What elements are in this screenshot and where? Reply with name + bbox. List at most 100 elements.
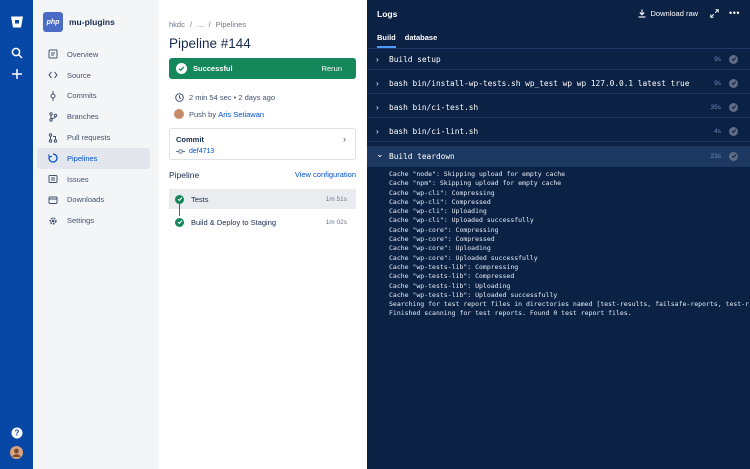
push-meta: Push by Aris Setiawan [174,109,264,119]
log-step-row[interactable]: › bash bin/install-wp-tests.sh wp_test wp… [367,73,750,94]
user-avatar-icon[interactable] [8,444,25,461]
chevron-right-icon: › [376,78,379,88]
duration-text: 2 min 54 sec • 2 days ago [189,92,276,102]
sidebar-item-downloads[interactable]: Downloads [37,190,150,211]
step-duration: 1m 51s [325,195,347,203]
log-output-line: Cache "wp-tests-lib": Uploaded successfu… [389,290,558,299]
breadcrumb: hkdc / ... / Pipelines [169,20,249,29]
pull-requests-icon [48,132,58,143]
success-check-icon [176,63,187,74]
log-step-duration: 23s [710,152,721,160]
sidebar-item-label: Overview [67,49,99,59]
pipeline-detail-panel: hkdc / ... / Pipelines Pipeline #144 Suc… [159,0,367,469]
tab-database[interactable]: database [405,33,438,48]
step-complete-icon [729,126,738,136]
chevron-right-icon: › [343,134,346,144]
logs-panel: Logs Download raw ••• Build database › Bu… [367,0,750,469]
step-build-deploy[interactable]: Build & Deploy to Staging 1m 02s [169,212,356,232]
chevron-right-icon: › [376,102,379,112]
author-avatar [174,109,184,119]
logs-title: Logs [377,9,398,19]
project-sidebar: php mu-plugins Overview Source Commits Bran… [33,0,159,469]
rerun-button[interactable]: Rerun [322,64,342,73]
sidebar-item-label: Branches [67,112,99,122]
duration-meta: 2 min 54 sec • 2 days ago [174,92,275,102]
log-step-row[interactable]: › Build setup 9s [367,49,750,70]
log-output-line: Cache "wp-cli": Uploading [389,207,487,216]
log-step-duration: 9s [714,79,721,87]
log-output-line: Cache "wp-tests-lib": Compressed [389,272,515,281]
log-step-duration: 4s [714,127,721,135]
source-icon [48,70,58,80]
view-configuration-link[interactable]: View configuration [295,170,356,179]
log-output-line: Cache "wp-core": Compressing [389,225,499,234]
sidebar-item-pull-requests[interactable]: Pull requests [37,127,150,148]
log-output: Cache "node": Skipping upload for empty … [389,170,749,319]
log-step-row[interactable]: › bash bin/ci-test.sh 35s [367,97,750,118]
step-complete-icon [729,78,738,88]
project-header[interactable]: php mu-plugins [43,12,115,32]
sidebar-item-commits[interactable]: Commits [37,86,150,107]
commit-card[interactable]: Commit › def4713 [169,128,356,160]
push-prefix: Push by [189,109,217,119]
commit-hash-link[interactable]: def4713 [176,148,214,155]
project-logo: php [43,12,63,32]
pipeline-section-title: Pipeline [169,170,200,180]
sidebar-item-label: Downloads [67,195,105,205]
log-step-row[interactable]: › bash bin/ci-lint.sh 4s [367,121,750,142]
step-duration: 1m 02s [325,218,347,226]
global-nav-rail: ? [0,0,33,469]
status-banner: Successful Rerun [169,58,356,79]
page-title: Pipeline #144 [169,36,251,51]
download-raw-label: Download raw [650,8,699,18]
pipelines-icon [48,153,58,164]
sidebar-item-source[interactable]: Source [37,65,150,86]
log-output-line: Cache "npm": Skipping upload for empty c… [389,179,562,188]
author-link[interactable]: Aris Setiawan [218,110,264,119]
sidebar-item-label: Commits [67,91,97,101]
breadcrumb-owner[interactable]: hkdc [169,20,185,29]
commit-icon [176,149,185,154]
breadcrumb-separator: / [208,20,211,29]
breadcrumb-ellipsis[interactable]: ... [197,20,203,29]
log-step-row[interactable]: ⌄ Build teardown 23s [367,146,750,167]
log-output-line: Cache "wp-tests-lib": Compressing [389,262,519,271]
expand-icon[interactable] [710,8,719,18]
branches-icon [48,112,58,122]
search-icon[interactable] [8,44,25,61]
breadcrumb-separator: / [189,20,193,29]
sidebar-item-overview[interactable]: Overview [37,44,150,65]
step-tests[interactable]: Tests 1m 51s [169,189,356,209]
commits-icon [48,90,58,101]
more-options-icon[interactable]: ••• [729,8,740,18]
log-step-duration: 35s [710,103,721,111]
step-complete-icon [729,54,738,64]
step-success-icon [175,217,184,227]
log-step-duration: 9s [714,55,721,63]
settings-icon [48,216,58,226]
log-output-line: Cache "wp-cli": Compressed [389,197,491,206]
log-output-line: Cache "wp-core": Uploading [389,244,491,253]
log-output-line: Cache "node": Skipping upload for empty … [389,170,566,178]
create-plus-icon[interactable] [8,65,25,82]
download-raw-button[interactable]: Download raw [638,8,699,18]
sidebar-item-issues[interactable]: Issues [37,169,150,190]
commit-title: Commit [176,135,204,144]
tab-build[interactable]: Build [377,33,396,48]
chevron-down-icon: ⌄ [376,148,384,159]
project-name: mu-plugins [69,17,115,27]
chevron-right-icon: › [376,54,379,64]
help-icon[interactable]: ? [8,424,25,441]
breadcrumb-pipelines[interactable]: Pipelines [216,20,246,29]
sidebar-item-settings[interactable]: Settings [37,210,150,231]
log-output-line: Cache "wp-tests-lib": Uploading [389,281,511,290]
commit-hash: def4713 [189,148,215,155]
log-step-command: Build setup [389,54,441,64]
logs-actions: Download raw ••• [638,8,740,18]
bitbucket-logo-icon[interactable] [8,13,25,30]
sidebar-item-pipelines[interactable]: Pipelines [37,147,150,169]
sidebar-item-label: Pull requests [67,133,111,143]
log-tabs: Build database [377,33,446,48]
log-output-line: Cache "wp-cli": Uploaded successfully [389,216,534,225]
sidebar-item-branches[interactable]: Branches [37,106,150,127]
